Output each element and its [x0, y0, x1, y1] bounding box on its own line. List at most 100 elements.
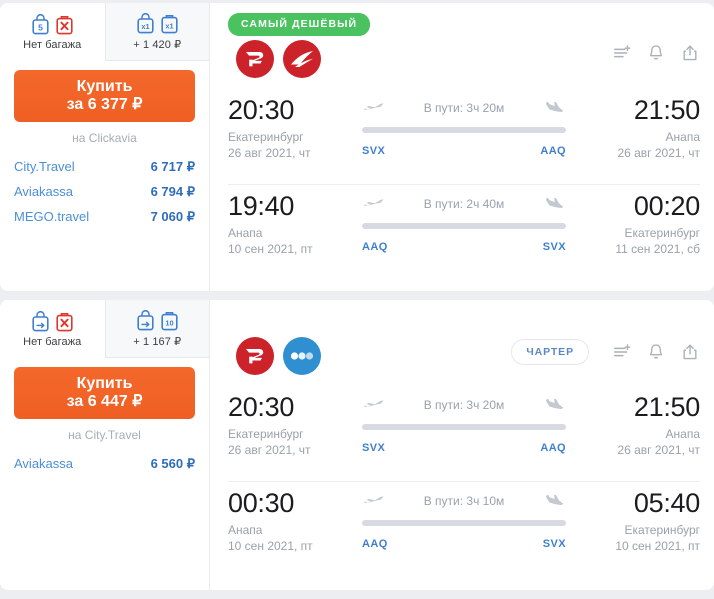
segment-arrival: 21:50 Анапа 26 авг 2021, чт [580, 95, 700, 160]
agency-price: 6 794 ₽ [150, 184, 195, 199]
arrival-airport-code[interactable]: AAQ [540, 145, 566, 157]
duration-bar [362, 520, 566, 526]
flight-segment-outbound: 20:30 Екатеринбург 26 авг 2021, чт В пут… [228, 386, 700, 481]
bell-icon[interactable] [646, 42, 666, 64]
baggage-icons: x1 x1 [136, 12, 179, 35]
agency-name: Aviakassa [14, 456, 74, 471]
status-badge-charter: ЧАРТЕР [511, 339, 589, 365]
status-badge-cheapest: САМЫЙ ДЕШЁВЫЙ [228, 13, 371, 36]
baggage-tab-label: Нет багажа [23, 38, 82, 51]
departure-airport-code[interactable]: AAQ [362, 241, 388, 253]
baggage-tab-label: + 1 420 ₽ [133, 38, 182, 51]
compare-icon[interactable] [612, 42, 632, 64]
ticket-card[interactable]: 5 Нет багажа x1 x1 + 1 420 ₽ Купить за 6… [0, 3, 714, 291]
arrival-airport-code[interactable]: SVX [543, 538, 566, 550]
agency-row[interactable]: MEGO.travel 7 060 ₽ [14, 205, 195, 230]
agency-price: 6 560 ₽ [150, 456, 195, 471]
departure-city: Анапа [228, 226, 263, 241]
buy-agency-label: на City.Travel [68, 428, 141, 442]
departure-time: 00:30 [228, 488, 295, 518]
suitcase-included-icon: x1 [161, 14, 178, 33]
departure-date: 10 сен 2021, пт [228, 539, 313, 554]
ticket-card[interactable]: Нет багажа 10 + 1 167 ₽ Купить за 6 447 … [0, 300, 714, 590]
departure-city: Екатеринбург [228, 427, 304, 442]
baggage-icons [31, 310, 74, 333]
arrival-airport-code[interactable]: SVX [543, 241, 566, 253]
departure-airport-code[interactable]: SVX [362, 145, 385, 157]
svg-text:10: 10 [165, 318, 173, 327]
baggage-tabs: Нет багажа 10 + 1 167 ₽ [0, 300, 209, 358]
takeoff-icon [363, 496, 384, 506]
handbag-icon [137, 309, 154, 330]
arrival-time: 05:40 [633, 488, 700, 518]
segment-middle: В пути: 3ч 20м SVX AAQ [348, 392, 580, 454]
agency-row[interactable]: Aviakassa 6 560 ₽ [14, 452, 195, 477]
suitcase-included-icon: 10 [161, 311, 178, 330]
flight-duration: В пути: 3ч 20м [423, 101, 505, 115]
rossiya-logo [236, 40, 274, 78]
aeroflot-logo [283, 40, 321, 78]
arrival-date: 26 авг 2021, чт [617, 443, 700, 458]
share-icon[interactable] [680, 42, 700, 64]
segment-arrival: 21:50 Анапа 26 авг 2021, чт [580, 392, 700, 457]
baggage-tab-no-bag[interactable]: Нет багажа [0, 300, 105, 358]
compare-icon[interactable] [612, 341, 632, 363]
buy-button[interactable]: Купить за 6 447 ₽ [14, 367, 195, 419]
svg-text:5: 5 [38, 22, 43, 32]
arrival-city: Екатеринбург [624, 226, 701, 241]
flight-duration: В пути: 3ч 20м [423, 398, 505, 412]
card-header: САМЫЙ ДЕШЁВЫЙ [228, 3, 700, 89]
takeoff-icon [363, 103, 384, 113]
buy-agency-label: на Clickavia [72, 131, 137, 145]
ticket-results-list: 5 Нет багажа x1 x1 + 1 420 ₽ Купить за 6… [0, 0, 714, 599]
flight-details: ЧАРТЕР 20:30 Екатеринбург 26 авг 2021, ч… [210, 300, 714, 590]
agency-name: City.Travel [14, 159, 75, 174]
card-actions: ЧАРТЕР [511, 339, 700, 365]
agency-row[interactable]: City.Travel 6 717 ₽ [14, 155, 195, 180]
departure-date: 10 сен 2021, пт [228, 242, 313, 257]
takeoff-icon [363, 400, 384, 410]
departure-city: Екатеринбург [228, 130, 304, 145]
departure-airport-code[interactable]: AAQ [362, 538, 388, 550]
arrival-time: 21:50 [633, 392, 700, 422]
flight-segment-return: 00:30 Анапа 10 сен 2021, пт В пути: 3ч 1… [228, 481, 700, 576]
arrival-airport-code[interactable]: AAQ [540, 442, 566, 454]
handbag-icon: x1 [137, 12, 154, 33]
duration-bar [362, 223, 566, 229]
departure-airport-code[interactable]: SVX [362, 442, 385, 454]
svg-text:x1: x1 [165, 21, 173, 30]
agency-row[interactable]: Aviakassa 6 794 ₽ [14, 180, 195, 205]
segment-arrival: 00:20 Екатеринбург 11 сен 2021, сб [580, 191, 700, 256]
segment-middle: В пути: 2ч 40м AAQ SVX [348, 191, 580, 253]
handbag-icon [32, 310, 49, 331]
buy-button-line2: за 6 447 ₽ [66, 393, 143, 410]
suitcase-excluded-icon [56, 312, 73, 331]
arrival-date: 11 сен 2021, сб [615, 242, 700, 257]
agency-price: 7 060 ₽ [150, 209, 195, 224]
flight-duration: В пути: 3ч 10м [423, 494, 505, 508]
baggage-tab-label: + 1 167 ₽ [133, 335, 182, 348]
buy-button-line2: за 6 377 ₽ [66, 96, 143, 113]
agency-list: City.Travel 6 717 ₽ Aviakassa 6 794 ₽ ME… [14, 155, 195, 230]
share-icon[interactable] [680, 341, 700, 363]
suitcase-excluded-icon [56, 15, 73, 34]
baggage-tabs: 5 Нет багажа x1 x1 + 1 420 ₽ [0, 3, 209, 61]
landing-icon [544, 197, 564, 209]
buy-panel: 5 Нет багажа x1 x1 + 1 420 ₽ Купить за 6… [0, 3, 210, 291]
airline-logos [235, 39, 322, 79]
departure-time: 20:30 [228, 392, 295, 422]
segment-arrival: 05:40 Екатеринбург 10 сен 2021, пт [580, 488, 700, 553]
departure-city: Анапа [228, 523, 263, 538]
landing-icon [544, 494, 564, 506]
buy-button[interactable]: Купить за 6 377 ₽ [14, 70, 195, 122]
baggage-tab-with-bag[interactable]: 10 + 1 167 ₽ [104, 300, 209, 358]
departure-date: 26 авг 2021, чт [228, 146, 311, 161]
segment-middle: В пути: 3ч 20м SVX AAQ [348, 95, 580, 157]
baggage-tab-with-bag[interactable]: x1 x1 + 1 420 ₽ [104, 3, 209, 61]
arrival-city: Екатеринбург [624, 523, 701, 538]
landing-icon [544, 398, 564, 410]
flight-segment-outbound: 20:30 Екатеринбург 26 авг 2021, чт В пут… [228, 89, 700, 184]
baggage-tab-no-bag[interactable]: 5 Нет багажа [0, 3, 105, 61]
baggage-icons: 10 [136, 309, 179, 332]
bell-icon[interactable] [646, 341, 666, 363]
